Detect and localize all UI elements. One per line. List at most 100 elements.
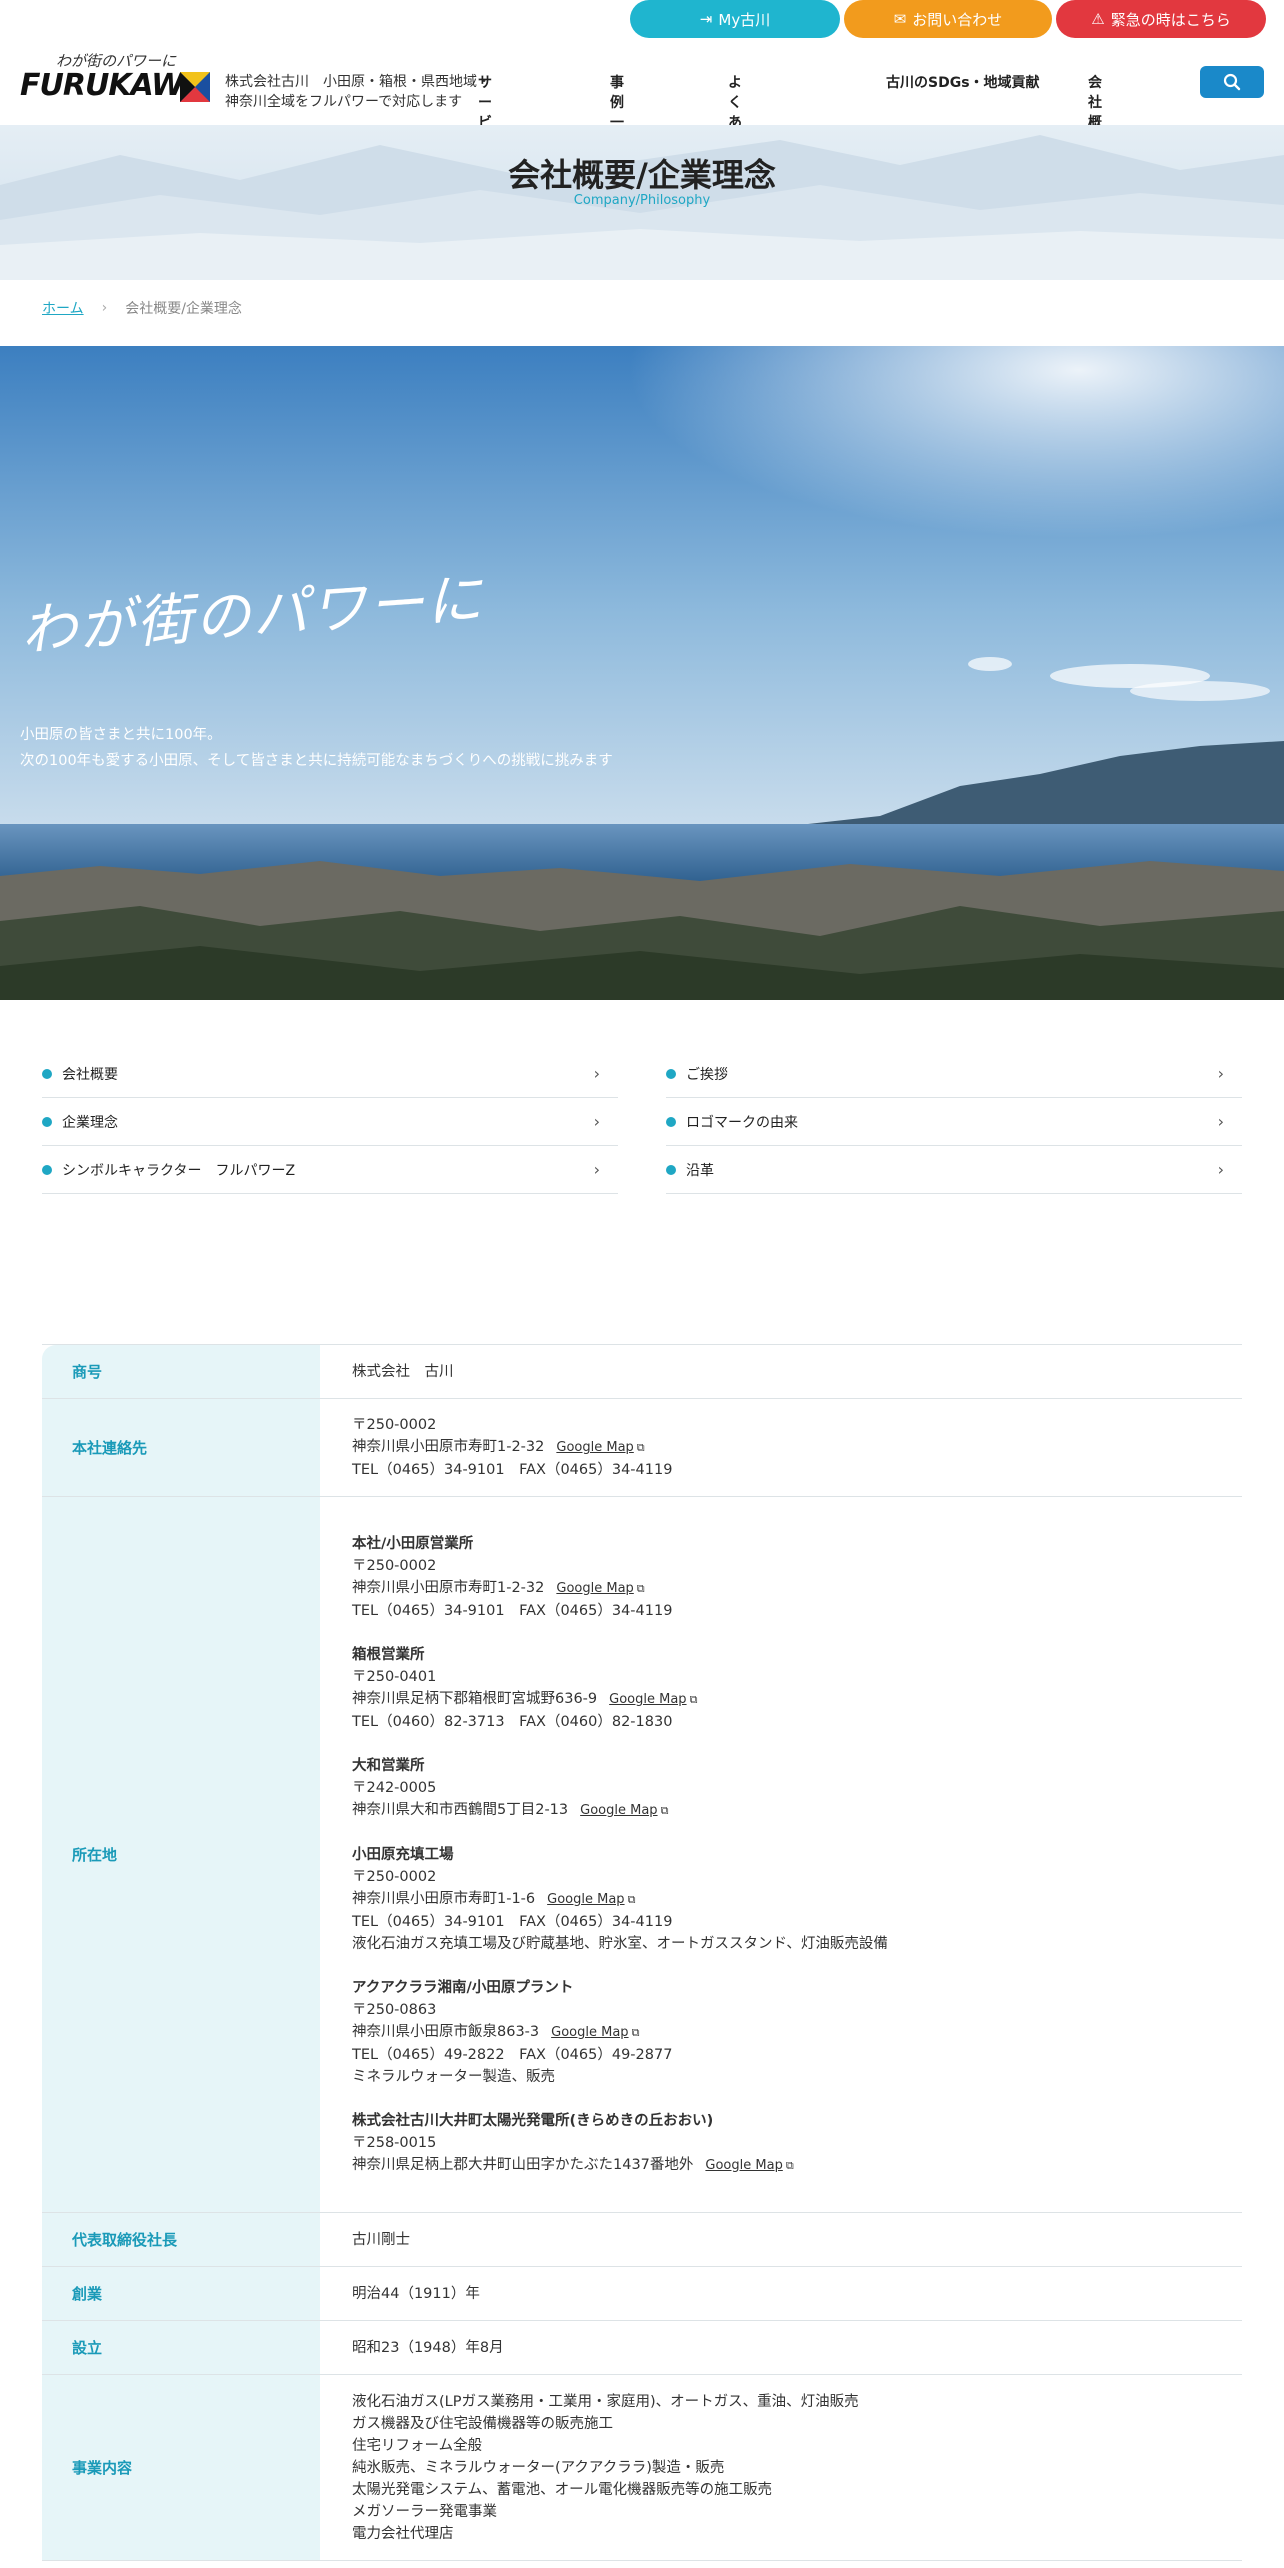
contact-button[interactable]: ✉ お問い合わせ: [844, 0, 1052, 38]
row-label: 所在地: [42, 1497, 322, 2212]
office-address-line: 神奈川県小田原市寿町1-2-32 Google Map ⧉: [352, 1577, 1212, 1600]
chevron-right-icon: ›: [1217, 1112, 1224, 1131]
office-address: 神奈川県小田原市寿町1-2-32: [352, 1579, 545, 1596]
page-title: 会社概要/企業理念: [508, 156, 776, 194]
login-icon: ⇥: [699, 10, 713, 28]
row-label: 事業内容: [42, 2375, 322, 2560]
google-map-label: Google Map: [705, 2157, 783, 2173]
bullet-icon: [666, 1116, 676, 1127]
anchor-label: ロゴマークの由来: [686, 1114, 798, 1131]
hero-landscape: [0, 346, 1284, 1000]
office-address: 神奈川県足柄下郡箱根町宮城野636-9: [352, 1690, 598, 1707]
external-link-icon: ⧉: [636, 1441, 645, 1454]
my-furukawa-button[interactable]: ⇥ My古川: [630, 0, 840, 38]
office-address: 神奈川県小田原市寿町1-1-6: [352, 1890, 536, 1907]
office-address-line: 神奈川県足柄上郡大井町山田字かたぶた1437番地外 Google Map ⧉: [352, 2154, 1212, 2177]
business-item: 液化石油ガス(LPガス業務用・工業用・家庭用)、オートガス、重油、灯油販売: [352, 2393, 859, 2410]
hq-address: 神奈川県小田原市寿町1-2-32: [352, 1439, 545, 1455]
established-value: 昭和23（1948）年8月: [352, 2339, 504, 2356]
chevron-right-icon: ›: [593, 1064, 600, 1083]
row-value: 〒250-0002 神奈川県小田原市寿町1-2-32 Google Map ⧉ TE…: [322, 1399, 1242, 1496]
anchor-logo-origin[interactable]: ロゴマークの由来 ›: [666, 1098, 1242, 1146]
anchor-company-overview[interactable]: 会社概要 ›: [42, 1050, 618, 1098]
anchor-label: ご挨拶: [686, 1066, 728, 1083]
company-table: 商号 株式会社 古川 本社連絡先 〒250-0002 神奈川県小田原市寿町1-2…: [42, 1344, 1242, 2561]
google-map-link[interactable]: Google Map ⧉: [705, 2158, 793, 2173]
chevron-right-icon: ›: [1217, 1160, 1224, 1179]
page-subtitle: Company/Philosophy: [573, 193, 711, 208]
warning-icon: ⚠: [1091, 10, 1105, 28]
breadcrumb-home[interactable]: ホーム: [42, 298, 84, 318]
business-item: 純氷販売、ミネラルウォーター(アクアクララ)製造・販売: [352, 2459, 725, 2476]
emergency-button[interactable]: ⚠ 緊急の時はこちら: [1056, 0, 1266, 38]
hero-image: [0, 346, 1284, 1000]
emergency-label: 緊急の時はこちら: [1110, 10, 1231, 29]
chevron-right-icon: ›: [593, 1160, 600, 1179]
office-zip: 〒258-0015: [352, 2134, 437, 2151]
breadcrumb-current: 会社概要/企業理念: [125, 301, 242, 317]
google-map-link[interactable]: Google Map ⧉: [556, 1581, 644, 1596]
office-block: 箱根営業所 〒250-0401 神奈川県足柄下郡箱根町宮城野636-9 Googl…: [352, 1644, 1212, 1733]
office-tel: TEL（0465）49-2822 FAX（0465）49-2877: [352, 2046, 673, 2063]
office-address-line: 神奈川県小田原市飯泉863-3 Google Map ⧉: [352, 2021, 1212, 2044]
office-block: アクアクララ湘南/小田原プラント 〒250-0863 神奈川県小田原市飯泉863…: [352, 1977, 1212, 2088]
office-name: 箱根営業所: [352, 1646, 425, 1663]
google-map-link[interactable]: Google Map ⧉: [556, 1440, 644, 1455]
anchor-philosophy[interactable]: 企業理念 ›: [42, 1098, 618, 1146]
office-name: 株式会社古川大井町太陽光発電所(きらめきの丘おおい): [352, 2112, 714, 2129]
office-address: 神奈川県大和市西鶴間5丁目2-13: [352, 1801, 569, 1818]
row-founded: 創業 明治44（1911）年: [42, 2267, 1242, 2321]
top-buttons: ⇥ My古川 ✉ お問い合わせ ⚠ 緊急の時はこちら: [630, 0, 1266, 38]
anchor-greeting[interactable]: ご挨拶 ›: [666, 1050, 1242, 1098]
row-established: 設立 昭和23（1948）年8月: [42, 2321, 1242, 2375]
business-item: 電力会社代理店: [352, 2525, 454, 2542]
row-business: 事業内容 液化石油ガス(LPガス業務用・工業用・家庭用)、オートガス、重油、灯油…: [42, 2375, 1242, 2561]
row-ceo: 代表取締役社長 古川剛士: [42, 2213, 1242, 2267]
office-address-line: 神奈川県足柄下郡箱根町宮城野636-9 Google Map ⧉: [352, 1688, 1212, 1711]
contact-label: お問い合わせ: [912, 10, 1003, 29]
office-block: 本社/小田原営業所 〒250-0002 神奈川県小田原市寿町1-2-32 Goog…: [352, 1533, 1212, 1622]
anchor-history[interactable]: 沿革 ›: [666, 1146, 1242, 1194]
breadcrumb: ホーム › 会社概要/企業理念: [42, 298, 242, 318]
google-map-link[interactable]: Google Map ⧉: [609, 1692, 697, 1707]
nav-sdgs[interactable]: 古川のSDGs・地域貢献: [886, 72, 1040, 92]
hero-text: 小田原の皆さまと共に100年。 次の100年も愛する小田原、そして皆さまと共に持…: [20, 722, 613, 774]
office-name: 小田原充填工場: [352, 1846, 454, 1863]
bullet-icon: [666, 1164, 676, 1175]
google-map-link[interactable]: Google Map ⧉: [580, 1803, 668, 1818]
founded-value: 明治44（1911）年: [352, 2285, 480, 2302]
external-link-icon: ⧉: [689, 1692, 698, 1706]
anchor-character[interactable]: シンボルキャラクター フルパワーZ ›: [42, 1146, 618, 1194]
row-hq-contact: 本社連絡先 〒250-0002 神奈川県小田原市寿町1-2-32 Google M…: [42, 1399, 1242, 1497]
row-value: 古川剛士: [322, 2213, 1242, 2266]
business-item: 住宅リフォーム全般: [352, 2437, 483, 2454]
office-zip: 〒250-0863: [352, 2001, 437, 2018]
office-block: 株式会社古川大井町太陽光発電所(きらめきの丘おおい) 〒258-0015 神奈川…: [352, 2110, 1212, 2177]
hq-zip: 〒250-0002: [352, 1417, 437, 1433]
row-locations: 所在地 本社/小田原営業所 〒250-0002 神奈川県小田原市寿町1-2-32…: [42, 1497, 1242, 2213]
office-tel: TEL（0465）34-9101 FAX（0465）34-4119: [352, 1602, 673, 1619]
external-link-icon: ⧉: [631, 2025, 640, 2039]
google-map-label: Google Map: [551, 2024, 629, 2040]
external-link-icon: ⧉: [785, 2158, 794, 2172]
row-value: 液化石油ガス(LPガス業務用・工業用・家庭用)、オートガス、重油、灯油販売 ガス…: [322, 2375, 1242, 2560]
google-map-label: Google Map: [556, 1440, 634, 1455]
google-map-link[interactable]: Google Map ⧉: [551, 2025, 639, 2040]
search-button[interactable]: [1200, 66, 1264, 98]
company-name-value: 株式会社 古川: [352, 1363, 454, 1380]
chevron-right-icon: ›: [101, 300, 108, 316]
business-item: 太陽光発電システム、蓄電池、オール電化機器販売等の施工販売: [352, 2481, 773, 2498]
my-furukawa-label: My古川: [718, 10, 771, 29]
office-address: 神奈川県足柄上郡大井町山田字かたぶた1437番地外: [352, 2156, 694, 2173]
row-label: 代表取締役社長: [42, 2213, 322, 2266]
site-logo[interactable]: わが街のパワーに FURUKAWA: [20, 50, 210, 110]
row-label: 商号: [42, 1345, 322, 1398]
office-zip: 〒250-0002: [352, 1557, 437, 1574]
office-address-line: 神奈川県小田原市寿町1-1-6 Google Map ⧉: [352, 1888, 1212, 1911]
row-company-name: 商号 株式会社 古川: [42, 1345, 1242, 1399]
hq-address-line: 神奈川県小田原市寿町1-2-32 Google Map ⧉: [352, 1436, 1212, 1459]
office-zip: 〒242-0005: [352, 1779, 437, 1796]
anchor-label: 沿革: [686, 1162, 714, 1179]
chevron-right-icon: ›: [1217, 1064, 1224, 1083]
google-map-link[interactable]: Google Map ⧉: [547, 1892, 635, 1907]
